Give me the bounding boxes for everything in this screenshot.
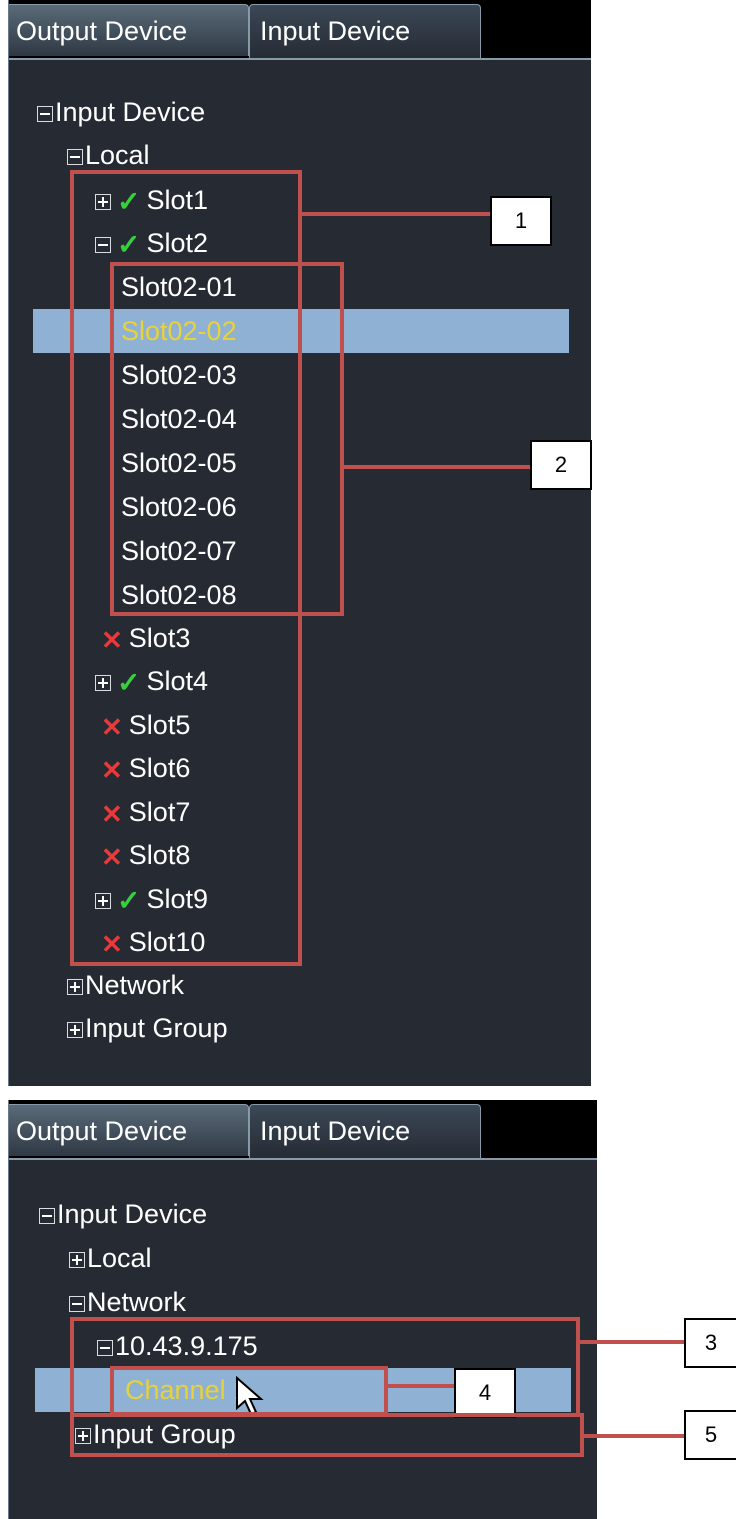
expand-icon[interactable] (69, 1251, 85, 1268)
tab-bar: Output Device Input Device (9, 0, 591, 60)
tree-root-input-device[interactable]: Input Device (39, 1192, 207, 1236)
callout-label-2: 2 (530, 440, 592, 490)
expand-icon[interactable] (67, 1021, 83, 1038)
callout-line-3 (580, 1340, 684, 1344)
callout-box-5 (70, 1413, 584, 1457)
callout-line-4 (388, 1384, 454, 1388)
tree-node-input-group[interactable]: Input Group (67, 1006, 228, 1050)
tab-output-device[interactable]: Output Device (9, 1104, 249, 1156)
tab-separator (9, 58, 591, 60)
collapse-icon[interactable] (67, 148, 83, 165)
collapse-icon[interactable] (37, 105, 53, 122)
callout-box-4 (110, 1366, 388, 1416)
callout-box-2 (110, 262, 344, 616)
collapse-icon[interactable] (39, 1207, 55, 1224)
callout-line-1 (302, 212, 490, 216)
tree-root-input-device[interactable]: Input Device (37, 90, 205, 134)
callout-line-2 (344, 465, 530, 469)
expand-icon[interactable] (67, 978, 83, 995)
tab-bar: Output Device Input Device (9, 1100, 597, 1160)
callout-label-4: 4 (454, 1368, 516, 1418)
collapse-icon[interactable] (69, 1295, 85, 1312)
callout-label-3: 3 (684, 1318, 736, 1368)
tab-output-device[interactable]: Output Device (9, 4, 249, 56)
tree-node-network[interactable]: Network (67, 963, 184, 1007)
tab-input-device[interactable]: Input Device (249, 4, 481, 60)
tab-separator (9, 1158, 597, 1160)
tab-input-device[interactable]: Input Device (249, 1104, 481, 1160)
tree-node-local[interactable]: Local (69, 1236, 152, 1280)
callout-label-5: 5 (684, 1410, 736, 1460)
callout-line-5 (584, 1434, 684, 1438)
callout-label-1: 1 (490, 196, 552, 246)
